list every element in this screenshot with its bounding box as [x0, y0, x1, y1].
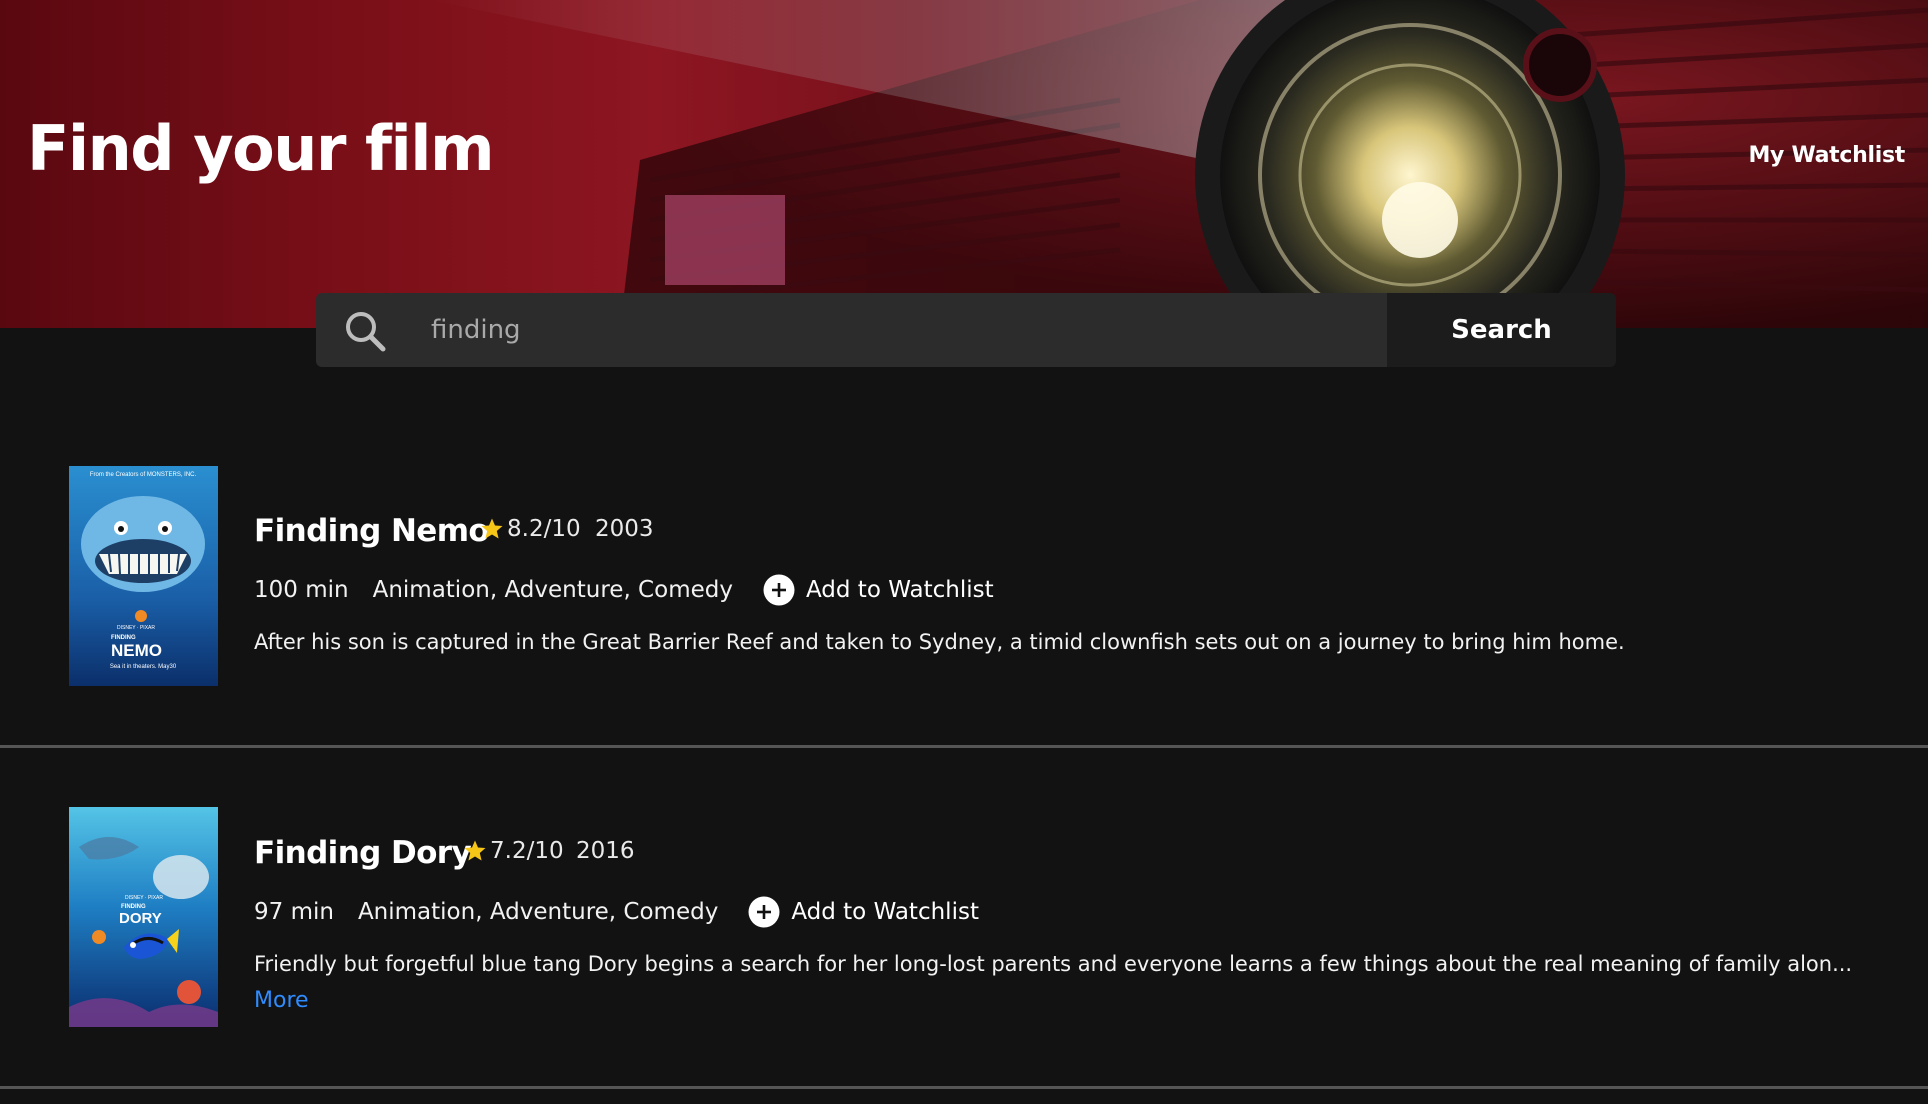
- meta-row: 97 min Animation, Adventure, Comedy Add …: [254, 896, 979, 928]
- add-to-watchlist-button[interactable]: Add to Watchlist: [763, 574, 994, 606]
- rating-value: 8.2/10: [507, 516, 581, 542]
- add-to-watchlist-label: Add to Watchlist: [805, 577, 994, 603]
- search-icon: [346, 312, 386, 352]
- page-title: Find your film: [27, 112, 495, 185]
- meta-row: 100 min Animation, Adventure, Comedy Add…: [254, 574, 994, 606]
- search-bar: Search: [316, 293, 1616, 367]
- result-item-finding-nemo: From the Creators of MONSTERS, INC. DISN…: [0, 400, 1928, 748]
- poster-title-large: DORY: [119, 910, 162, 927]
- star-icon: [464, 840, 486, 861]
- film-title[interactable]: Finding Nemo: [254, 513, 490, 549]
- more-link[interactable]: More: [254, 988, 309, 1013]
- plus-circle-icon: [748, 896, 780, 928]
- film-title[interactable]: Finding Dory: [254, 835, 472, 871]
- runtime: 100 min: [254, 577, 349, 603]
- poster-brand: DISNEY · PIXAR: [125, 895, 163, 901]
- add-to-watchlist-button[interactable]: Add to Watchlist: [748, 896, 979, 928]
- plus-circle-icon: [763, 574, 795, 606]
- release-year: 2016: [576, 838, 635, 864]
- genres: Animation, Adventure, Comedy: [357, 899, 719, 925]
- rating: 8.2/10: [480, 516, 581, 542]
- poster-brand: DISNEY · PIXAR: [117, 625, 155, 631]
- poster-top-line: From the Creators of MONSTERS, INC.: [90, 472, 197, 478]
- poster-finding-dory[interactable]: DISNEY · PIXAR FINDING DORY: [69, 807, 218, 1027]
- genres: Animation, Adventure, Comedy: [372, 577, 733, 603]
- poster-finding-nemo[interactable]: From the Creators of MONSTERS, INC. DISN…: [69, 466, 218, 686]
- result-item-finding-dory: DISNEY · PIXAR FINDING DORY Finding Dory…: [0, 748, 1928, 1089]
- search-input[interactable]: [431, 293, 1361, 367]
- release-year: 2003: [595, 516, 654, 542]
- hero-banner: Find your film My Watchlist: [0, 0, 1928, 328]
- search-field: [316, 293, 1387, 367]
- runtime: 97 min: [254, 899, 334, 925]
- poster-title-large: NEMO: [111, 641, 162, 660]
- rating-value: 7.2/10: [490, 838, 564, 864]
- add-to-watchlist-label: Add to Watchlist: [791, 899, 979, 925]
- search-button[interactable]: Search: [1387, 293, 1616, 367]
- plot-summary: After his son is captured in the Great B…: [254, 630, 1625, 654]
- plot-summary: Friendly but forgetful blue tang Dory be…: [254, 952, 1853, 976]
- star-icon: [481, 518, 503, 539]
- poster-tagline: Sea it in theaters. May30: [110, 664, 177, 670]
- rating: 7.2/10: [463, 838, 564, 864]
- my-watchlist-link[interactable]: My Watchlist: [1748, 143, 1905, 168]
- page: Find your film My Watchlist Search: [0, 0, 1928, 1104]
